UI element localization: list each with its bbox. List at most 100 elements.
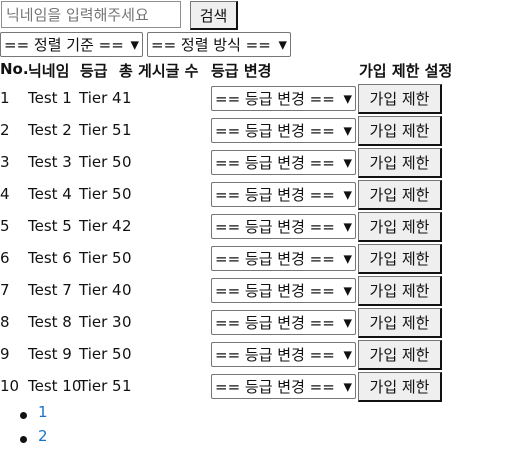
row-tier: Tier 3: [79, 313, 122, 331]
search-button[interactable]: 검색: [190, 1, 238, 30]
chevron-down-icon: ▼: [343, 156, 352, 169]
restrict-join-button[interactable]: 가입 제한: [358, 180, 442, 210]
row-post-count: 0: [122, 249, 132, 267]
row-tier: Tier 4: [79, 281, 122, 299]
grade-change-select[interactable]: == 등급 변경 == ▼: [211, 86, 356, 111]
table-row: 7 Test 7 Tier 4 0 == 등급 변경 == ▼ 가입 제한: [0, 275, 523, 307]
table-row: 6 Test 6 Tier 5 0 == 등급 변경 == ▼ 가입 제한: [0, 243, 523, 275]
chevron-down-icon: ▼: [343, 284, 352, 297]
sort-order-value: == 정렬 방식 ==: [151, 36, 271, 54]
nickname-search-input[interactable]: [1, 1, 181, 28]
grade-change-select[interactable]: == 등급 변경 == ▼: [211, 374, 356, 399]
row-no: 2: [0, 121, 10, 139]
row-post-count: 1: [122, 377, 132, 395]
row-post-count: 0: [122, 153, 132, 171]
grade-change-value: == 등급 변경 ==: [215, 346, 335, 364]
grade-change-value: == 등급 변경 ==: [215, 122, 335, 140]
restrict-join-button[interactable]: 가입 제한: [358, 148, 442, 178]
chevron-down-icon: ▼: [343, 316, 352, 329]
row-no: 6: [0, 249, 10, 267]
grade-change-value: == 등급 변경 ==: [215, 250, 335, 268]
row-post-count: 0: [122, 313, 132, 331]
restrict-join-button[interactable]: 가입 제한: [358, 84, 442, 114]
sort-key-value: == 정렬 기준 ==: [4, 36, 124, 54]
row-nickname: Test 1: [28, 89, 72, 107]
table-row: 2 Test 2 Tier 5 1 == 등급 변경 == ▼ 가입 제한: [0, 115, 523, 147]
row-nickname: Test 8: [28, 313, 72, 331]
grade-change-select[interactable]: == 등급 변경 == ▼: [211, 118, 356, 143]
row-post-count: 1: [122, 89, 132, 107]
chevron-down-icon: ▼: [343, 380, 352, 393]
grade-change-select[interactable]: == 등급 변경 == ▼: [211, 246, 356, 271]
table-row: 9 Test 9 Tier 5 0 == 등급 변경 == ▼ 가입 제한: [0, 339, 523, 371]
row-post-count: 0: [122, 281, 132, 299]
row-nickname: Test 7: [28, 281, 72, 299]
page-link-2[interactable]: 2: [38, 427, 48, 445]
grade-change-select[interactable]: == 등급 변경 == ▼: [211, 150, 356, 175]
row-no: 10: [0, 377, 20, 395]
row-nickname: Test 6: [28, 249, 72, 267]
chevron-down-icon: ▼: [130, 38, 139, 51]
grade-change-value: == 등급 변경 ==: [215, 314, 335, 332]
table-row: 4 Test 4 Tier 5 0 == 등급 변경 == ▼ 가입 제한: [0, 179, 523, 211]
row-no: 5: [0, 217, 10, 235]
row-tier: Tier 4: [79, 217, 122, 235]
row-tier: Tier 5: [79, 345, 122, 363]
row-tier: Tier 5: [79, 121, 122, 139]
grade-change-select[interactable]: == 등급 변경 == ▼: [211, 342, 356, 367]
restrict-join-button[interactable]: 가입 제한: [358, 372, 442, 402]
chevron-down-icon: ▼: [343, 252, 352, 265]
row-nickname: Test 5: [28, 217, 72, 235]
row-tier: Tier 5: [79, 377, 122, 395]
grade-change-value: == 등급 변경 ==: [215, 90, 335, 108]
row-nickname: Test 3: [28, 153, 72, 171]
chevron-down-icon: ▼: [343, 348, 352, 361]
restrict-join-button[interactable]: 가입 제한: [358, 340, 442, 370]
header-grade-change: 등급 변경: [211, 62, 272, 80]
page-link-1[interactable]: 1: [38, 403, 48, 421]
restrict-join-button[interactable]: 가입 제한: [358, 116, 442, 146]
restrict-join-button[interactable]: 가입 제한: [358, 276, 442, 306]
row-post-count: 0: [122, 345, 132, 363]
row-nickname: Test 2: [28, 121, 72, 139]
restrict-join-button[interactable]: 가입 제한: [358, 244, 442, 274]
table-row: 8 Test 8 Tier 3 0 == 등급 변경 == ▼ 가입 제한: [0, 307, 523, 339]
grade-change-select[interactable]: == 등급 변경 == ▼: [211, 310, 356, 335]
row-tier: Tier 5: [79, 153, 122, 171]
grade-change-value: == 등급 변경 ==: [215, 378, 335, 396]
header-no: No.: [0, 60, 29, 78]
chevron-down-icon: ▼: [343, 188, 352, 201]
chevron-down-icon: ▼: [343, 220, 352, 233]
header-tier: 등급: [80, 62, 108, 80]
sort-order-select[interactable]: == 정렬 방식 == ▼: [147, 32, 291, 57]
row-post-count: 0: [122, 185, 132, 203]
row-nickname: Test 10: [28, 377, 82, 395]
row-nickname: Test 4: [28, 185, 72, 203]
restrict-join-button[interactable]: 가입 제한: [358, 308, 442, 338]
chevron-down-icon: ▼: [343, 124, 352, 137]
bullet-icon: [20, 412, 27, 419]
row-tier: Tier 5: [79, 249, 122, 267]
grade-change-value: == 등급 변경 ==: [215, 218, 335, 236]
sort-key-select[interactable]: == 정렬 기준 == ▼: [0, 32, 143, 57]
bullet-icon: [20, 436, 27, 443]
grade-change-select[interactable]: == 등급 변경 == ▼: [211, 214, 356, 239]
grade-change-select[interactable]: == 등급 변경 == ▼: [211, 278, 356, 303]
row-post-count: 2: [122, 217, 132, 235]
row-no: 1: [0, 89, 10, 107]
row-no: 4: [0, 185, 10, 203]
grade-change-select[interactable]: == 등급 변경 == ▼: [211, 182, 356, 207]
row-no: 9: [0, 345, 10, 363]
restrict-join-button[interactable]: 가입 제한: [358, 212, 442, 242]
row-tier: Tier 5: [79, 185, 122, 203]
grade-change-value: == 등급 변경 ==: [215, 282, 335, 300]
row-no: 8: [0, 313, 10, 331]
table-row: 3 Test 3 Tier 5 0 == 등급 변경 == ▼ 가입 제한: [0, 147, 523, 179]
header-join-restriction: 가입 제한 설정: [359, 62, 453, 80]
row-no: 3: [0, 153, 10, 171]
row-nickname: Test 9: [28, 345, 72, 363]
table-row: 1 Test 1 Tier 4 1 == 등급 변경 == ▼ 가입 제한: [0, 83, 523, 115]
grade-change-value: == 등급 변경 ==: [215, 186, 335, 204]
table-row: 5 Test 5 Tier 4 2 == 등급 변경 == ▼ 가입 제한: [0, 211, 523, 243]
row-tier: Tier 4: [79, 89, 122, 107]
